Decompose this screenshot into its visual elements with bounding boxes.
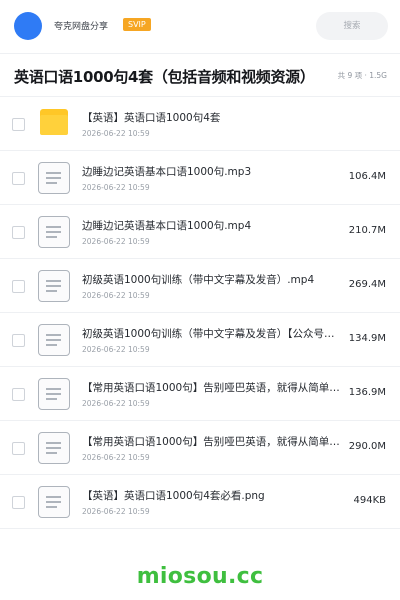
file-date: 2026-06-22 10:59 [82,399,150,408]
app-header: 夸克网盘分享 SVIP 搜索 [0,0,400,54]
file-date: 2026-06-22 10:59 [82,507,150,516]
file-name[interactable]: 初级英语1000句训练（带中文字幕及发音）【公众号… [82,326,350,341]
folder-icon [38,108,70,140]
file-icon [38,324,70,356]
row-checkbox[interactable] [12,172,25,185]
file-date: 2026-06-22 10:59 [82,453,150,462]
file-row[interactable]: 边睡边记英语基本口语1000句.mp4 2026-06-22 10:59 210.7… [0,205,400,259]
row-checkbox[interactable] [12,226,25,239]
file-icon [38,432,70,464]
file-row[interactable]: 边睡边记英语基本口语1000句.mp3 2026-06-22 10:59 106.4… [0,151,400,205]
file-icon [38,216,70,248]
avatar[interactable] [14,12,42,40]
row-checkbox[interactable] [12,334,25,347]
file-row[interactable]: 【常用英语口语1000句】告别哑巴英语，就得从简单… 2026-06-22 10:… [0,421,400,475]
folder-row[interactable]: 【英语】英语口语1000句4套 2026-06-22 10:59 [0,97,400,151]
file-name[interactable]: 【英语】英语口语1000句4套必看.png [82,488,350,503]
file-size: 134.9M [348,333,386,344]
file-row[interactable]: 初级英语1000句训练（带中文字幕及发音）【公众号… 2026-06-22 10:… [0,313,400,367]
file-icon [38,486,70,518]
file-name[interactable]: 边睡边记英语基本口语1000句.mp4 [82,218,350,233]
svip-badge: SVIP [123,18,151,31]
file-size: 136.9M [348,387,386,398]
row-checkbox[interactable] [12,118,25,131]
file-date: 2026-06-22 10:59 [82,345,150,354]
file-date: 2026-06-22 10:59 [82,129,150,138]
file-size: 494KB [353,495,386,506]
file-row[interactable]: 【常用英语口语1000句】告别哑巴英语，就得从简单… 2026-06-22 10:… [0,367,400,421]
row-checkbox[interactable] [12,388,25,401]
file-date: 2026-06-22 10:59 [82,183,150,192]
row-checkbox[interactable] [12,496,25,509]
page-title: 英语口语1000句4套（包括音频和视频资源） [14,68,315,86]
search-input[interactable]: 搜索 [316,12,388,40]
file-size: 210.7M [348,225,386,236]
file-list: 【英语】英语口语1000句4套 2026-06-22 10:59 边睡边记英语基本口… [0,97,400,529]
row-checkbox[interactable] [12,280,25,293]
file-name[interactable]: 【常用英语口语1000句】告别哑巴英语，就得从简单… [82,380,350,395]
folder-summary: 共 9 项 · 1.5G [337,71,387,80]
file-name[interactable]: 初级英语1000句训练（带中文字幕及发音）.mp4 [82,272,350,287]
row-checkbox[interactable] [12,442,25,455]
file-size: 106.4M [348,171,386,182]
file-icon [38,270,70,302]
file-row[interactable]: 初级英语1000句训练（带中文字幕及发音）.mp4 2026-06-22 10:5… [0,259,400,313]
file-size: 290.0M [348,441,386,452]
file-name[interactable]: 【英语】英语口语1000句4套 [82,110,350,125]
file-row[interactable]: 【英语】英语口语1000句4套必看.png 2026-06-22 10:59 494… [0,475,400,529]
file-date: 2026-06-22 10:59 [82,291,150,300]
file-date: 2026-06-22 10:59 [82,237,150,246]
folder-title-bar: 英语口语1000句4套（包括音频和视频资源） 共 9 项 · 1.5G [0,54,400,97]
site-name: 夸克网盘分享 [54,22,109,32]
file-icon [38,162,70,194]
file-size: 269.4M [348,279,386,290]
file-icon [38,378,70,410]
file-name[interactable]: 边睡边记英语基本口语1000句.mp3 [82,164,350,179]
watermark-text: miosou.cc [136,564,264,589]
file-name[interactable]: 【常用英语口语1000句】告别哑巴英语，就得从简单… [82,434,350,449]
